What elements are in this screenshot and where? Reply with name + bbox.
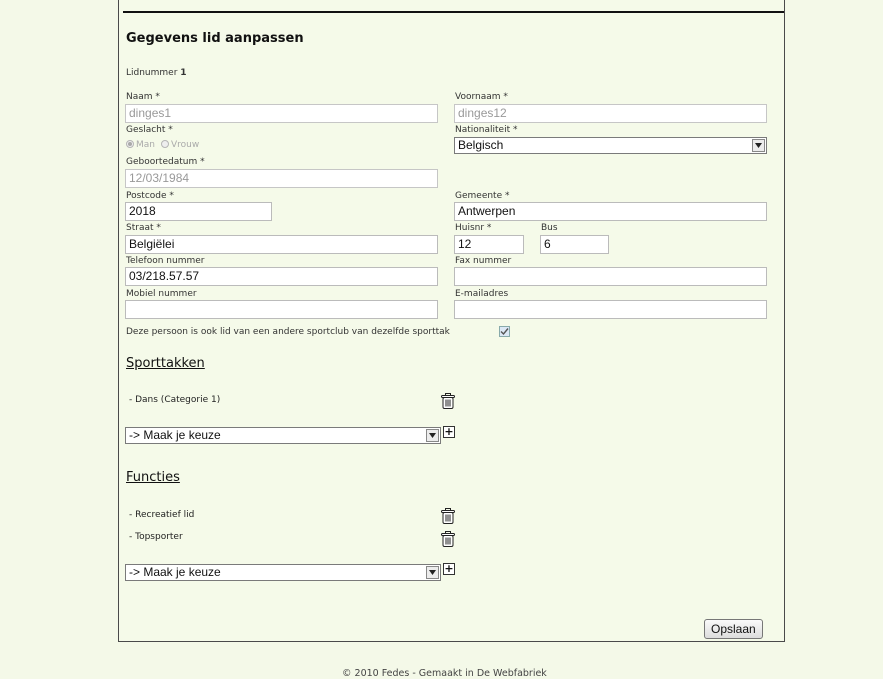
chevron-down-icon[interactable]: [426, 429, 439, 442]
top-divider: [123, 11, 784, 13]
mobiel-label: Mobiel nummer: [126, 289, 197, 299]
sporttak-select-value: -> Maak je keuze: [129, 428, 221, 442]
radio-vrouw-label: Vrouw: [171, 140, 200, 150]
geslacht-label: Geslacht *: [126, 125, 173, 135]
sporttak-item: - Dans (Categorie 1): [129, 395, 221, 405]
functies-heading: Functies: [126, 470, 180, 485]
member-number-value: 1: [180, 68, 187, 78]
radio-vrouw[interactable]: [161, 140, 170, 148]
functie-item: - Recreatief lid: [129, 510, 195, 520]
trash-icon[interactable]: [441, 508, 455, 524]
functie-select-value: -> Maak je keuze: [129, 565, 221, 579]
trash-icon[interactable]: [441, 531, 455, 547]
check-icon: [500, 328, 509, 336]
footer-text: © 2010 Fedes - Gemaakt in De Webfabriek: [342, 668, 547, 679]
nationaliteit-select[interactable]: Belgisch: [454, 137, 767, 154]
member-number-label: Lidnummer: [126, 68, 178, 78]
naam-label: Naam *: [126, 92, 160, 102]
sporttakken-heading: Sporttakken: [126, 356, 205, 371]
gemeente-label: Gemeente *: [455, 191, 510, 201]
straat-label: Straat *: [126, 223, 161, 233]
nationaliteit-label: Nationaliteit *: [455, 125, 518, 135]
other-club-checkbox[interactable]: [499, 326, 510, 337]
plus-icon[interactable]: +: [443, 563, 455, 575]
page-title: Gegevens lid aanpassen: [126, 31, 304, 46]
huisnr-label: Huisnr *: [455, 223, 492, 233]
other-club-label: Deze persoon is ook lid van een andere s…: [126, 327, 450, 337]
voornaam-field[interactable]: dinges12: [454, 104, 767, 123]
straat-field[interactable]: Belgiëlei: [125, 235, 438, 254]
bus-field[interactable]: 6: [540, 235, 609, 254]
radio-man-label: Man: [136, 140, 155, 150]
huisnr-field[interactable]: 12: [454, 235, 524, 254]
radio-man[interactable]: [126, 140, 134, 148]
geboortedatum-field[interactable]: 12/03/1984: [125, 169, 438, 188]
trash-icon[interactable]: [441, 393, 455, 409]
telefoon-label: Telefoon nummer: [126, 256, 205, 266]
bus-label: Bus: [541, 223, 558, 233]
naam-field[interactable]: dinges1: [125, 104, 438, 123]
member-number: Lidnummer 1: [126, 68, 187, 78]
nationaliteit-value: Belgisch: [458, 138, 504, 152]
fax-label: Fax nummer: [455, 256, 512, 266]
gemeente-field[interactable]: Antwerpen: [454, 202, 767, 221]
postcode-label: Postcode *: [126, 191, 174, 201]
save-button[interactable]: Opslaan: [704, 619, 763, 639]
chevron-down-icon[interactable]: [426, 566, 439, 579]
geslacht-radio-group: Man Vrouw: [126, 139, 202, 150]
sporttak-select[interactable]: -> Maak je keuze: [125, 427, 441, 444]
fax-field[interactable]: [454, 267, 767, 286]
functie-select[interactable]: -> Maak je keuze: [125, 564, 441, 581]
telefoon-field[interactable]: 03/218.57.57: [125, 267, 438, 286]
geboortedatum-label: Geboortedatum *: [126, 157, 205, 167]
email-field[interactable]: [454, 300, 767, 319]
functie-item: - Topsporter: [129, 532, 183, 542]
chevron-down-icon[interactable]: [752, 139, 765, 152]
edit-member-panel: Gegevens lid aanpassen Lidnummer 1 Naam …: [118, 0, 785, 642]
plus-icon[interactable]: +: [443, 426, 455, 438]
voornaam-label: Voornaam *: [455, 92, 508, 102]
postcode-field[interactable]: 2018: [125, 202, 272, 221]
mobiel-field[interactable]: [125, 300, 438, 319]
email-label: E-mailadres: [455, 289, 509, 299]
